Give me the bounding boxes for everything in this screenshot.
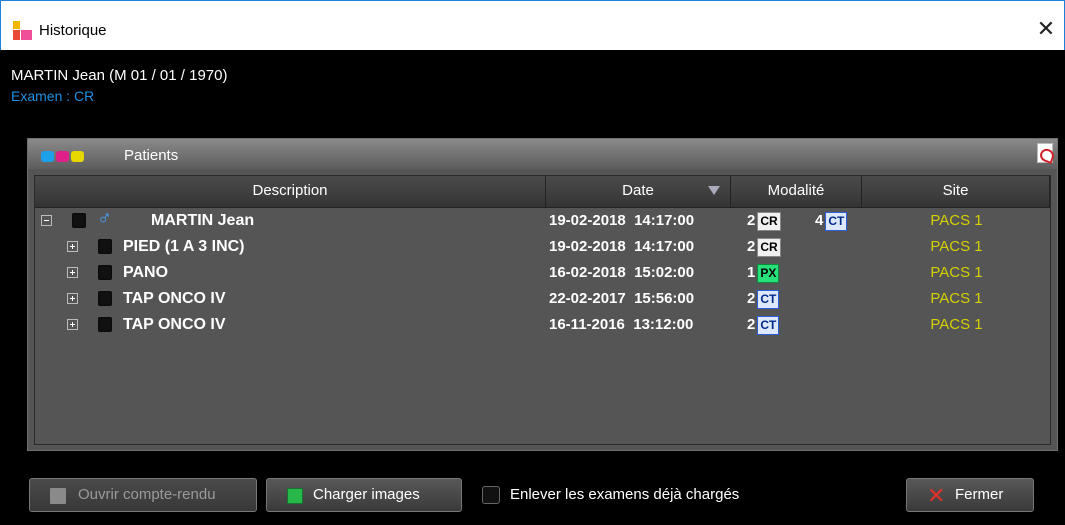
images-icon (287, 488, 303, 504)
dialog-content: MARTIN Jean (M 01 / 01 / 1970) Examen : … (1, 50, 1064, 525)
close-button-label: Fermer (955, 486, 1004, 503)
row-site: PACS 1 (930, 316, 983, 333)
row-date: 16-11-2016 13:12:00 (549, 316, 694, 333)
close-red-icon: ✕ (927, 483, 946, 508)
modality-cr: 2 CR (747, 212, 781, 231)
app-logo-icon (13, 21, 33, 41)
remove-loaded-label: Enlever les examens déjà chargés (510, 486, 740, 503)
row-date: 19-02-2018 14:17:00 (549, 238, 695, 255)
table-row[interactable]: PIED (1 A 3 INC) 19-02-2018 14:17:00 2 CR PA… (35, 235, 1050, 261)
collapse-icon[interactable] (41, 215, 52, 226)
modality-badge: CR (757, 238, 781, 257)
modality-ct: 4 CT (815, 212, 848, 231)
row-checkbox[interactable] (97, 316, 113, 333)
expand-icon[interactable] (67, 267, 78, 278)
panel-title: Patients (124, 147, 179, 164)
patients-panel: Patients Description Date Modalité Site … (27, 138, 1058, 451)
modality-count: 2 (747, 238, 756, 255)
window-title: Historique (39, 22, 107, 39)
history-table: Description Date Modalité Site ♂ MARTIN J… (34, 175, 1051, 445)
modality-badge: CR (757, 212, 781, 231)
column-header-date-label: Date (622, 182, 654, 199)
column-header-modality[interactable]: Modalité (731, 176, 862, 208)
open-report-label: Ouvrir compte-rendu (78, 486, 216, 503)
panel-header: Patients (28, 139, 1057, 169)
remove-loaded-checkbox[interactable] (482, 486, 500, 504)
row-site: PACS 1 (930, 264, 983, 281)
modality-count: 1 (747, 264, 756, 281)
expand-icon[interactable] (67, 293, 78, 304)
modality-count: 2 (747, 290, 756, 307)
row-description: MARTIN Jean (151, 212, 255, 229)
column-header-site[interactable]: Site (862, 176, 1050, 208)
color-dots-icon (41, 149, 86, 162)
table-row[interactable]: TAP ONCO IV 22-02-2017 15:56:00 2 CT PACS 1 (35, 287, 1050, 313)
row-date: 16-02-2018 15:02:00 (549, 264, 695, 281)
color-dot (56, 151, 69, 162)
modality-cr: 2 CR (747, 238, 781, 257)
row-site: PACS 1 (930, 212, 983, 229)
row-description: PANO (123, 264, 169, 281)
modality-badge: CT (757, 290, 780, 309)
modality-count: 2 (747, 212, 756, 229)
exam-type: Examen : CR (11, 88, 95, 104)
sort-desc-icon (708, 186, 720, 195)
row-site: PACS 1 (930, 290, 983, 307)
row-date: 22-02-2017 15:56:00 (549, 290, 695, 307)
patient-header: MARTIN Jean (M 01 / 01 / 1970) (11, 67, 228, 84)
row-checkbox[interactable] (71, 212, 87, 229)
row-checkbox[interactable] (97, 264, 113, 281)
table-row[interactable]: TAP ONCO IV 16-11-2016 13:12:00 2 CT PACS 1 (35, 313, 1050, 339)
modality-ct: 2 CT (747, 316, 780, 335)
close-button[interactable]: ✕ Fermer (906, 478, 1034, 512)
pdf-export-icon[interactable] (1037, 143, 1053, 163)
modality-badge: CT (825, 212, 848, 231)
modality-ct: 2 CT (747, 290, 780, 309)
row-date: 19-02-2018 14:17:00 (549, 212, 695, 229)
patient-row[interactable]: ♂ MARTIN Jean 19-02-2018 14:17:00 2 CR 4 CT PAC… (35, 207, 1050, 235)
column-header-date[interactable]: Date (546, 176, 731, 208)
row-description: TAP ONCO IV (123, 316, 226, 333)
load-images-label: Charger images (313, 486, 420, 503)
document-icon (50, 488, 66, 504)
open-report-button[interactable]: Ouvrir compte-rendu (29, 478, 257, 512)
table-header: Description Date Modalité Site (35, 176, 1050, 208)
expand-icon[interactable] (67, 241, 78, 252)
modality-count: 4 (815, 212, 824, 229)
modality-count: 2 (747, 316, 756, 333)
color-dot (71, 151, 84, 162)
male-icon: ♂ (97, 207, 112, 229)
modality-px: 1 PX (747, 264, 780, 283)
table-row[interactable]: PANO 16-02-2018 15:02:00 1 PX PACS 1 (35, 261, 1050, 287)
color-dot (41, 151, 54, 162)
modality-badge: CT (757, 316, 780, 335)
row-site: PACS 1 (930, 238, 983, 255)
title-bar: Historique ✕ (0, 0, 1065, 50)
load-images-button[interactable]: Charger images (266, 478, 462, 512)
row-checkbox[interactable] (97, 290, 113, 307)
row-checkbox[interactable] (97, 238, 113, 255)
modality-badge: PX (757, 264, 780, 283)
close-window-icon[interactable]: ✕ (1034, 17, 1058, 41)
row-description: TAP ONCO IV (123, 290, 226, 307)
column-header-description[interactable]: Description (35, 176, 546, 208)
row-description: PIED (1 A 3 INC) (123, 238, 245, 255)
expand-icon[interactable] (67, 319, 78, 330)
